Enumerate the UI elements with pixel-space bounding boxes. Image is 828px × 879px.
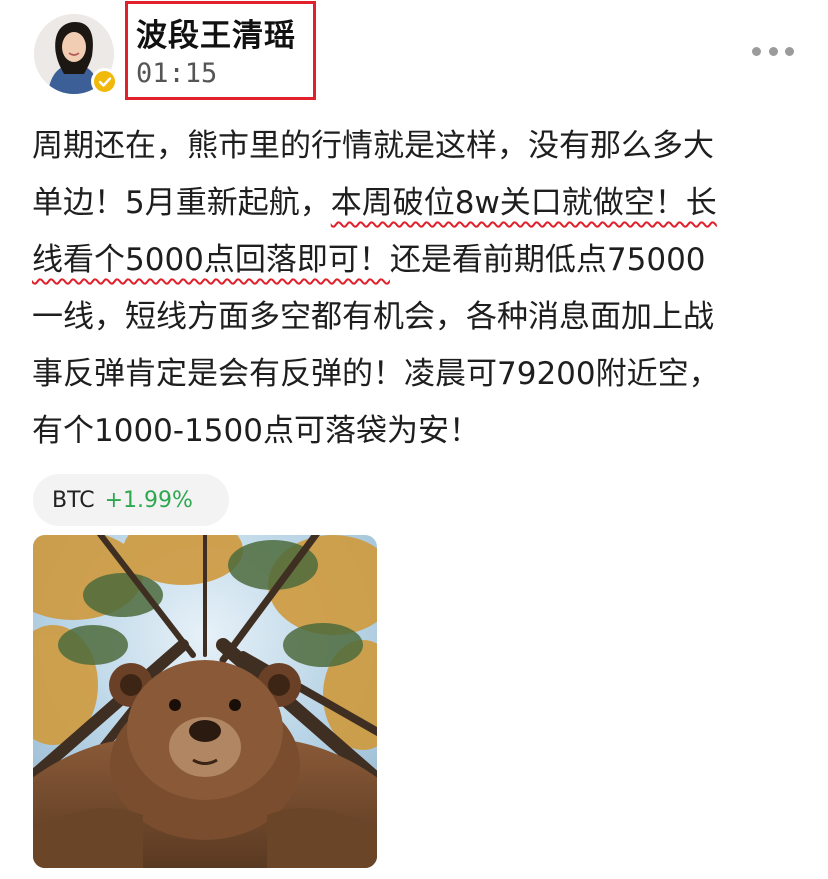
verified-check-icon [98, 76, 111, 87]
post-body: 周期还在，熊市里的行情就是这样，没有那么多大 单边！5月重新起航，本周破位8w关… [32, 118, 812, 460]
post-line-4: 一线，短线方面多空都有机会，各种消息面加上战 [32, 299, 714, 335]
highlighted-text: 本周破位8w关口就做空！长 [330, 185, 717, 221]
highlighted-text: 线看个5000点回落即可！ [32, 242, 390, 278]
author-name[interactable]: 波段王清瑶 [136, 10, 296, 55]
bear-selfie-forest-photo [33, 535, 377, 868]
post-line-6: 有个1000-1500点可落袋为安！ [32, 413, 480, 449]
post-line-3: 线看个5000点回落即可！还是看前期低点75000 [32, 242, 706, 278]
ticker-change: +1.99% [104, 487, 193, 513]
post-line-5: 事反弹肯定是会有反弹的！凌晨可79200附近空， [32, 356, 720, 392]
verified-badge [91, 68, 118, 95]
post-image[interactable] [33, 535, 377, 868]
more-options-icon[interactable] [752, 44, 794, 58]
post-line-2: 单边！5月重新起航，本周破位8w关口就做空！长 [32, 185, 717, 221]
post-time: 01:15 [136, 58, 218, 89]
ticker-symbol: BTC [52, 487, 95, 513]
ticker-chip[interactable]: BTC +1.99% [33, 474, 229, 526]
post-line-1: 周期还在，熊市里的行情就是这样，没有那么多大 [32, 128, 714, 164]
